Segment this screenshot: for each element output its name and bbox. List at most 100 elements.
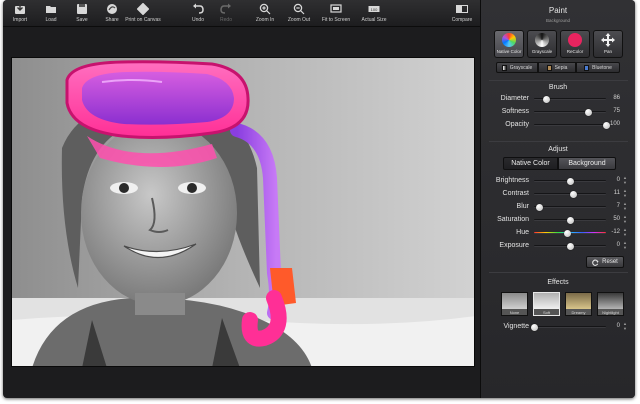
sepia-mode[interactable]: Sepia [538, 62, 576, 73]
divider [489, 272, 628, 273]
effect-none-thumbnail[interactable]: None [501, 292, 528, 316]
vignette-stepper[interactable]: ▲ ▼ [622, 321, 628, 331]
import-button[interactable]: Import [3, 3, 37, 25]
adjust-row-4-label: Hue [516, 229, 529, 236]
paint-sub-label: Background [545, 18, 571, 23]
sepia-mode-label: Sepia [554, 64, 568, 71]
zoom-in-label: Zoom In [255, 17, 275, 23]
vignette-slider[interactable] [530, 323, 606, 331]
recolor-tool[interactable]: ReColor [560, 30, 590, 58]
adjust-row-2-slider-knob[interactable] [535, 203, 543, 211]
brush-row-0-slider[interactable] [534, 95, 606, 103]
adjust-row-5-label: Exposure [499, 242, 529, 249]
zoom-in-button[interactable]: Zoom In [248, 3, 282, 25]
print-canvas-icon [137, 3, 149, 15]
adjust-row-0-stepper[interactable]: ▲ ▼ [622, 175, 628, 185]
adjust-row-4-slider-knob[interactable] [564, 229, 572, 237]
brush-row-1-slider[interactable] [534, 108, 606, 116]
effect-dreamy-thumbnail[interactable]: Dreamy [565, 292, 592, 316]
effect-preview [534, 293, 559, 309]
grayscale-swatch [501, 64, 507, 71]
adjust-row-1-slider-knob[interactable] [570, 190, 578, 198]
recolor-label: ReColor [566, 49, 584, 54]
brush-row-0-label: Diameter [500, 95, 529, 102]
brush-row-1-label: Softness [501, 108, 529, 115]
native-color-tool[interactable]: Native Color [494, 30, 524, 58]
adjust-row-2-stepper[interactable]: ▲ ▼ [622, 201, 628, 211]
adjust-row-3-stepper[interactable]: ▲ ▼ [622, 214, 628, 224]
reset-icon [592, 259, 599, 266]
load-label: Load [45, 17, 57, 23]
adjust-row-1-value: 11 [613, 190, 620, 196]
adjust-row-3-slider-knob[interactable] [566, 216, 574, 224]
effect-preview [566, 293, 591, 309]
effects-section-title: Effects [547, 279, 569, 286]
bluetone-mode[interactable]: Bluetone [576, 62, 620, 73]
compare-icon [456, 5, 468, 13]
brush-row-2-slider[interactable] [534, 121, 610, 129]
redo-button[interactable]: Redo [209, 3, 243, 25]
zoom-out-icon [293, 3, 305, 15]
brush-row-1-slider-knob[interactable] [584, 108, 592, 116]
save-button[interactable]: Save [65, 3, 99, 25]
edited-photo [12, 58, 474, 366]
adjust-row-1-label: Contrast [502, 190, 529, 197]
grayscale-mode[interactable]: Grayscale [496, 62, 538, 73]
app-window: Import Load Save Share Print on Canvas U… [3, 0, 635, 398]
adjust-row-4-slider[interactable] [534, 229, 606, 237]
brush-row-1-value: 75 [613, 108, 620, 114]
share-label: Share [105, 17, 119, 23]
adjust-row-0-label: Brightness [495, 177, 529, 184]
adjust-row-0-slider[interactable] [534, 177, 606, 185]
pan-tool[interactable]: Pan [593, 30, 623, 58]
effect-label: Soft [542, 310, 551, 315]
actual-size-button[interactable]: 100 Actual Size [355, 3, 393, 25]
native-color-toggle[interactable]: Native Color [503, 157, 558, 170]
import-label: Import [12, 17, 28, 23]
effect-preview [502, 293, 527, 309]
adjust-row-1-slider[interactable] [534, 190, 606, 198]
grayscale-icon [535, 33, 549, 47]
zoom-out-button[interactable]: Zoom Out [282, 3, 316, 25]
effect-nightlight-thumbnail[interactable]: Nightlight [597, 292, 624, 316]
bluetone-mode-label: Bluetone [592, 64, 612, 71]
brush-row-2-value: 100 [609, 121, 620, 127]
brush-row-0-slider-knob[interactable] [543, 95, 551, 103]
reset-button[interactable]: Reset [586, 256, 624, 268]
effect-soft-thumbnail[interactable]: Soft [533, 292, 560, 316]
divider [489, 141, 628, 142]
native-color-label: Native Color [496, 49, 522, 54]
print-canvas-label: Print on Canvas [125, 17, 161, 23]
adjust-row-2-slider[interactable] [534, 203, 606, 211]
brush-row-0-value: 86 [613, 95, 620, 101]
reset-label: Reset [602, 259, 618, 265]
effect-preview [598, 293, 623, 309]
adjust-row-4-value: -12 [611, 229, 620, 235]
print-canvas-button[interactable]: Print on Canvas [123, 3, 163, 25]
fit-screen-button[interactable]: Fit to Screen [316, 3, 356, 25]
adjust-row-3-slider[interactable] [534, 216, 606, 224]
background-toggle[interactable]: Background [558, 157, 616, 170]
zoom-out-label: Zoom Out [287, 17, 311, 23]
photo-canvas[interactable] [11, 57, 475, 367]
load-button[interactable]: Load [34, 3, 68, 25]
adjust-row-4-stepper[interactable]: ▲ ▼ [622, 227, 628, 237]
adjust-row-5-slider[interactable] [534, 242, 606, 250]
adjust-row-1-stepper[interactable]: ▲ ▼ [622, 188, 628, 198]
compare-button[interactable]: Compare [444, 3, 480, 25]
adjust-row-2-label: Blur [516, 203, 529, 210]
adjust-row-2-value: 7 [616, 203, 620, 209]
effect-label: Nightlight [602, 310, 619, 315]
pan-label: Pan [603, 49, 612, 54]
effect-label: None [509, 310, 520, 315]
brush-row-2-label: Opacity [505, 121, 529, 128]
grayscale-tool[interactable]: Grayscale [527, 30, 557, 58]
vignette-slider-knob[interactable] [530, 323, 538, 331]
color-wheel-icon [502, 33, 516, 47]
pan-icon [601, 33, 615, 47]
adjust-row-0-slider-knob[interactable] [566, 177, 574, 185]
save-icon [77, 4, 87, 14]
effect-label: Dreamy [571, 310, 586, 315]
adjust-row-5-stepper[interactable]: ▲ ▼ [622, 240, 628, 250]
adjust-row-5-slider-knob[interactable] [566, 242, 574, 250]
